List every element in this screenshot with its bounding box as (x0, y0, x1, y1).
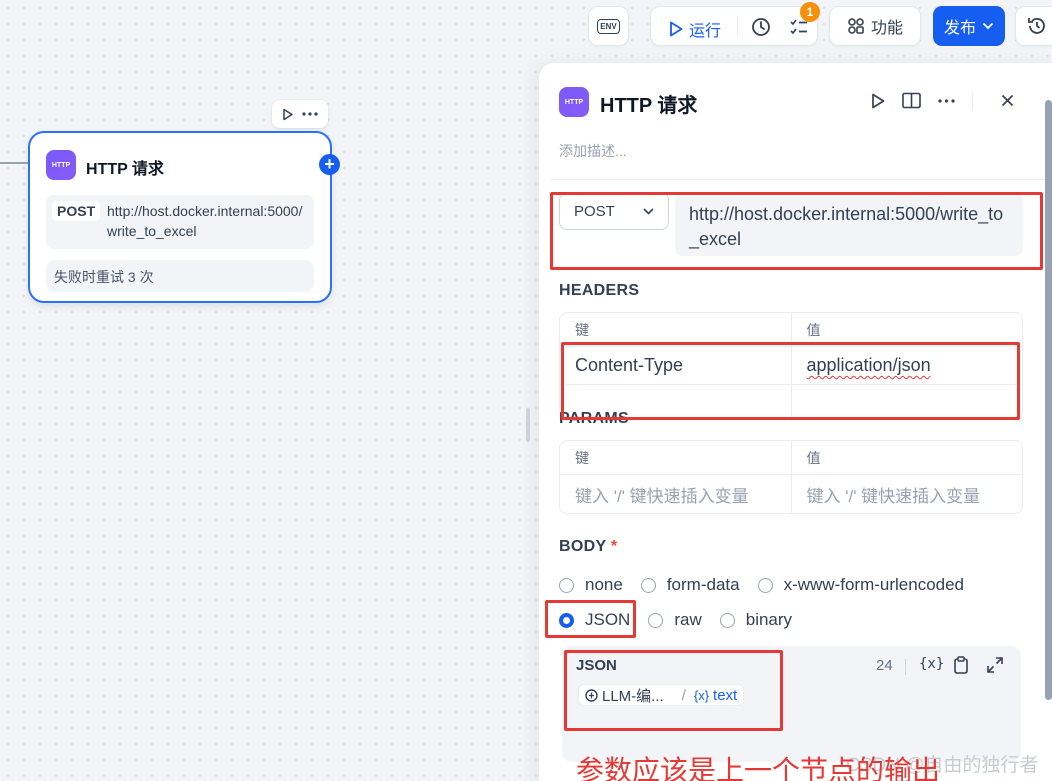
more-options-icon[interactable] (938, 99, 955, 103)
run-step-icon[interactable] (871, 93, 885, 109)
run-node-icon[interactable] (282, 108, 294, 121)
http-request-node[interactable]: HTTP HTTP 请求 POST http://host.docker.int… (28, 131, 332, 303)
run-toolbar-group: 运行 (650, 6, 818, 46)
run-button[interactable]: 运行 (669, 17, 721, 41)
radio-icon (640, 577, 656, 593)
history-icon[interactable] (750, 16, 772, 38)
env-button[interactable]: ENV (588, 6, 629, 46)
param-key-input[interactable]: 键入 '/' 键快速插入变量 (560, 475, 791, 513)
features-label: 功能 (870, 20, 903, 37)
radio-icon (757, 577, 773, 593)
body-type-options: none form-data x-www-form-urlencoded (559, 575, 964, 595)
radio-icon (559, 577, 574, 593)
body-option-binary[interactable]: binary (719, 610, 792, 630)
http-panel-icon: HTTP (559, 87, 589, 117)
annotation-box-url (550, 192, 1043, 270)
book-icon[interactable] (902, 92, 921, 109)
run-label: 运行 (689, 23, 722, 40)
radio-icon (648, 612, 664, 628)
node-method: POST (52, 201, 101, 221)
radio-icon (719, 612, 735, 628)
checklist-count-badge: 1 (800, 2, 820, 22)
node-url: http://host.docker.internal:5000/write_t… (107, 203, 303, 239)
headers-label: HEADERS (559, 282, 640, 299)
node-title: HTTP 请求 (86, 161, 164, 178)
json-char-count: 24 (876, 657, 893, 674)
insert-variable-icon[interactable]: {x} (919, 656, 944, 672)
body-option-form-data[interactable]: form-data (640, 575, 740, 595)
chevron-down-icon (982, 22, 994, 30)
annotation-box-headers (561, 342, 1020, 420)
params-value-header: 值 (790, 441, 1023, 474)
body-label: BODY * (559, 538, 618, 555)
panel-title[interactable]: HTTP 请求 (600, 89, 697, 118)
more-icon[interactable] (302, 112, 318, 116)
params-key-header: 键 (575, 449, 589, 466)
copy-icon[interactable] (953, 656, 969, 674)
body-option-none[interactable]: none (559, 575, 623, 595)
panel-resize-handle[interactable] (526, 408, 530, 442)
close-icon[interactable] (1001, 94, 1014, 107)
env-icon: ENV (597, 18, 620, 34)
incoming-edge (0, 162, 30, 164)
body-option-urlencoded[interactable]: x-www-form-urlencoded (757, 575, 964, 595)
expand-icon[interactable] (987, 657, 1003, 673)
publish-button[interactable]: 发布 (933, 6, 1005, 46)
node-action-bar (272, 100, 328, 128)
node-retry-info: 失败时重试 3 次 (46, 260, 314, 292)
publish-label: 发布 (943, 20, 976, 37)
description-input[interactable]: 添加描述... (559, 141, 627, 161)
required-mark: * (610, 538, 618, 555)
annotation-note: 参数应该是上一个节点的输出 (576, 754, 941, 781)
param-value-input[interactable]: 键入 '/' 键快速插入变量 (790, 475, 1023, 513)
annotation-box-json-body (564, 650, 783, 731)
http-node-icon: HTTP (46, 150, 76, 180)
version-history-button[interactable] (1015, 6, 1052, 46)
params-table: 键 值 键入 '/' 键快速插入变量 键入 '/' 键快速插入变量 (559, 440, 1023, 514)
divider (551, 179, 1051, 180)
node-request-summary: POST http://host.docker.internal:5000/wr… (46, 195, 314, 249)
restore-icon (1028, 18, 1045, 34)
body-option-raw[interactable]: raw (648, 610, 702, 630)
features-button[interactable]: 功能 (829, 6, 921, 46)
panel-scrollbar[interactable] (1045, 100, 1052, 700)
annotation-box-json-option (545, 600, 636, 638)
features-icon (848, 18, 864, 34)
add-next-node-button[interactable]: + (319, 154, 340, 175)
play-icon (670, 21, 683, 37)
